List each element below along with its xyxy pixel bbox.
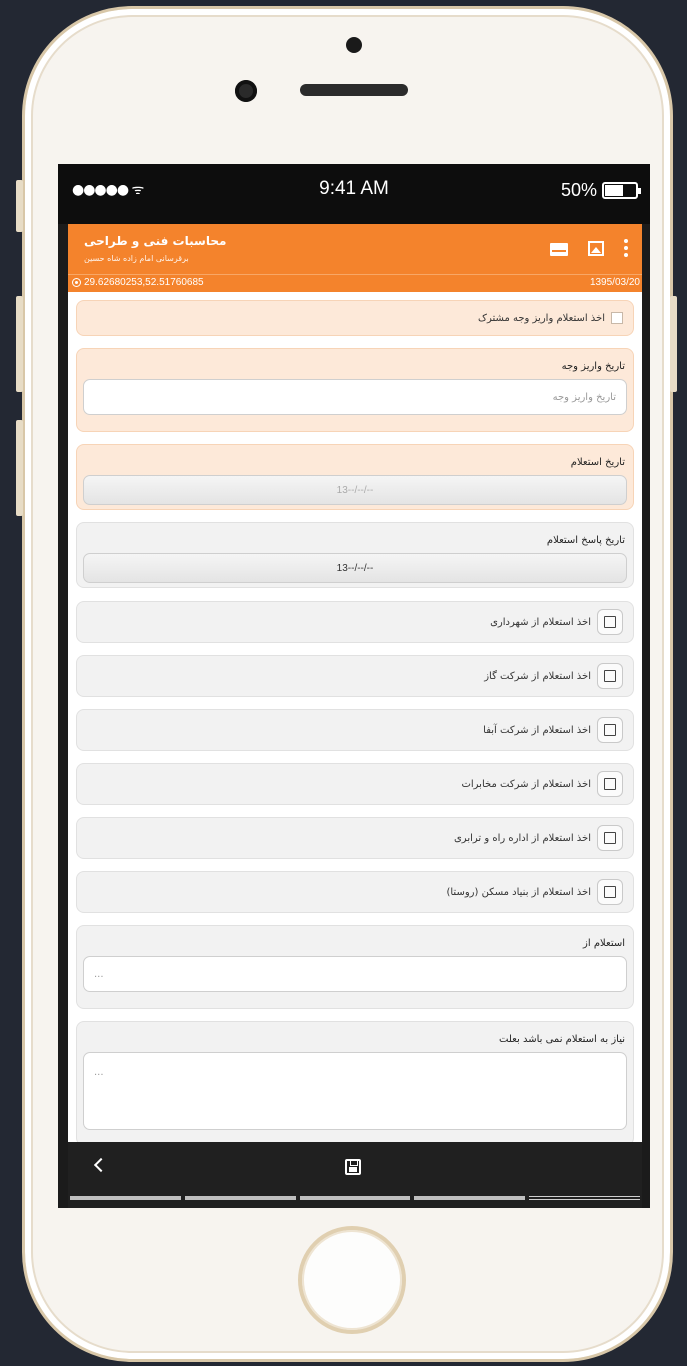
page-subtitle: برقرسانی امام زاده شاه حسین <box>84 254 189 263</box>
checkbox-card: اخذ استعلام از بنیاد مسکن (روستا) <box>76 871 634 913</box>
checkbox-label: اخذ استعلام از بنیاد مسکن (روستا) <box>446 886 591 898</box>
app-bar-actions <box>550 239 628 257</box>
front-camera <box>235 80 257 102</box>
checkbox-card: اخذ استعلام از شرکت آبفا <box>76 709 634 751</box>
inquiry-reply-date-picker[interactable]: 13--/--/-- <box>83 553 627 583</box>
page-title: محاسبات فنی و طراحی <box>84 234 227 248</box>
housing-foundation-inquiry-checkbox[interactable]: اخذ استعلام از بنیاد مسکن (روستا) <box>446 872 623 912</box>
app-window: محاسبات فنی و طراحی برقرسانی امام زاده ش… <box>68 224 642 1208</box>
no-inquiry-reason-card: نیاز به استعلام نمی باشد بعلت ... <box>76 1021 634 1142</box>
image-icon[interactable] <box>588 240 604 256</box>
page-tab[interactable] <box>184 1196 296 1200</box>
earpiece-speaker <box>300 84 408 96</box>
page-tab[interactable] <box>70 1196 181 1200</box>
info-bar: 29.62680253,52.51760685 1395/03/20 <box>68 274 642 292</box>
checkbox-label: اخذ استعلام از شهرداری <box>490 616 591 628</box>
volume-up-button <box>16 296 23 392</box>
page-indicator <box>70 1196 640 1200</box>
checkbox-card: اخذ استعلام از شرکت مخابرات <box>76 763 634 805</box>
chevron-left-icon[interactable] <box>93 1157 109 1173</box>
checkbox-icon[interactable] <box>597 825 623 851</box>
inquiry-from-label: استعلام از <box>583 938 625 949</box>
proximity-sensor <box>346 37 362 53</box>
page-tab-active[interactable] <box>529 1196 640 1200</box>
save-icon[interactable] <box>345 1159 361 1175</box>
power-button <box>670 296 677 392</box>
inquiry-from-card: استعلام از ... <box>76 925 634 1009</box>
page-tab[interactable] <box>414 1196 526 1200</box>
battery-icon <box>602 182 641 199</box>
gas-company-inquiry-checkbox[interactable]: اخذ استعلام از شرکت گاز <box>484 656 623 696</box>
inquiry-date-label: تاریخ استعلام <box>570 457 625 468</box>
checkbox-card: اخذ استعلام از شهرداری <box>76 601 634 643</box>
bottom-toolbar <box>68 1142 642 1208</box>
no-inquiry-reason-textarea[interactable]: ... <box>83 1052 627 1130</box>
checkbox-card: اخذ استعلام از شرکت گاز <box>76 655 634 697</box>
inquiry-date-picker[interactable]: 13--/--/-- <box>83 475 627 505</box>
mute-switch <box>16 180 23 232</box>
checkbox-icon[interactable] <box>597 771 623 797</box>
payment-date-card: تاریخ واریز وجه تاریخ واریز وجه <box>76 348 634 432</box>
water-company-inquiry-checkbox[interactable]: اخذ استعلام از شرکت آبفا <box>483 710 623 750</box>
shared-payment-card: اخذ استعلام واریز وجه مشترک <box>76 300 634 336</box>
battery-indicator: 50% <box>560 180 641 201</box>
shared-payment-checkbox[interactable]: اخذ استعلام واریز وجه مشترک <box>478 301 623 335</box>
no-inquiry-reason-label: نیاز به استعلام نمی باشد بعلت <box>499 1034 625 1045</box>
home-button[interactable] <box>298 1226 406 1334</box>
checkbox-card: اخذ استعلام از اداره راه و ترابری <box>76 817 634 859</box>
checkbox-icon[interactable] <box>611 312 623 324</box>
inquiry-reply-date-label: تاریخ پاسخ استعلام <box>546 535 625 546</box>
battery-percent: 50% <box>560 180 597 200</box>
app-bar: محاسبات فنی و طراحی برقرسانی امام زاده ش… <box>68 224 642 274</box>
inquiry-reply-date-card: تاریخ پاسخ استعلام 13--/--/-- <box>76 522 634 588</box>
checkbox-icon[interactable] <box>597 609 623 635</box>
checkbox-icon[interactable] <box>597 663 623 689</box>
telecom-inquiry-checkbox[interactable]: اخذ استعلام از شرکت مخابرات <box>461 764 623 804</box>
gps-location: 29.62680253,52.51760685 <box>72 277 204 288</box>
page-tab[interactable] <box>299 1196 411 1200</box>
form-content: اخذ استعلام واریز وجه مشترک تاریخ واریز … <box>68 292 642 1142</box>
roads-inquiry-checkbox[interactable]: اخذ استعلام از اداره راه و ترابری <box>454 818 623 858</box>
checkbox-label: اخذ استعلام از شرکت مخابرات <box>461 778 591 790</box>
form-date: 1395/03/20 <box>589 277 640 288</box>
checkbox-icon[interactable] <box>597 879 623 905</box>
checkbox-label: اخذ استعلام از شرکت گاز <box>484 670 591 682</box>
inquiry-date-card: تاریخ استعلام 13--/--/-- <box>76 444 634 510</box>
checkbox-label: اخذ استعلام از اداره راه و ترابری <box>453 832 591 844</box>
checkbox-icon[interactable] <box>597 717 623 743</box>
payment-date-input[interactable]: تاریخ واریز وجه <box>83 379 627 415</box>
inquiry-from-input[interactable]: ... <box>83 956 627 992</box>
payment-date-label: تاریخ واریز وجه <box>561 361 625 372</box>
more-vert-icon[interactable] <box>624 239 628 257</box>
municipality-inquiry-checkbox[interactable]: اخذ استعلام از شهرداری <box>490 602 623 642</box>
volume-down-button <box>16 420 23 516</box>
location-icon <box>72 278 81 287</box>
mail-icon[interactable] <box>550 242 568 256</box>
phone-screen: ●●●●● ᯤ 9:41 AM 50% محاسبات فنی و طراحی … <box>58 164 650 1208</box>
checkbox-label: اخذ استعلام از شرکت آبفا <box>483 724 591 736</box>
status-bar: ●●●●● ᯤ 9:41 AM 50% <box>58 164 650 224</box>
gps-coordinates: 29.62680253,52.51760685 <box>84 277 204 288</box>
checkbox-label: اخذ استعلام واریز وجه مشترک <box>478 312 605 324</box>
